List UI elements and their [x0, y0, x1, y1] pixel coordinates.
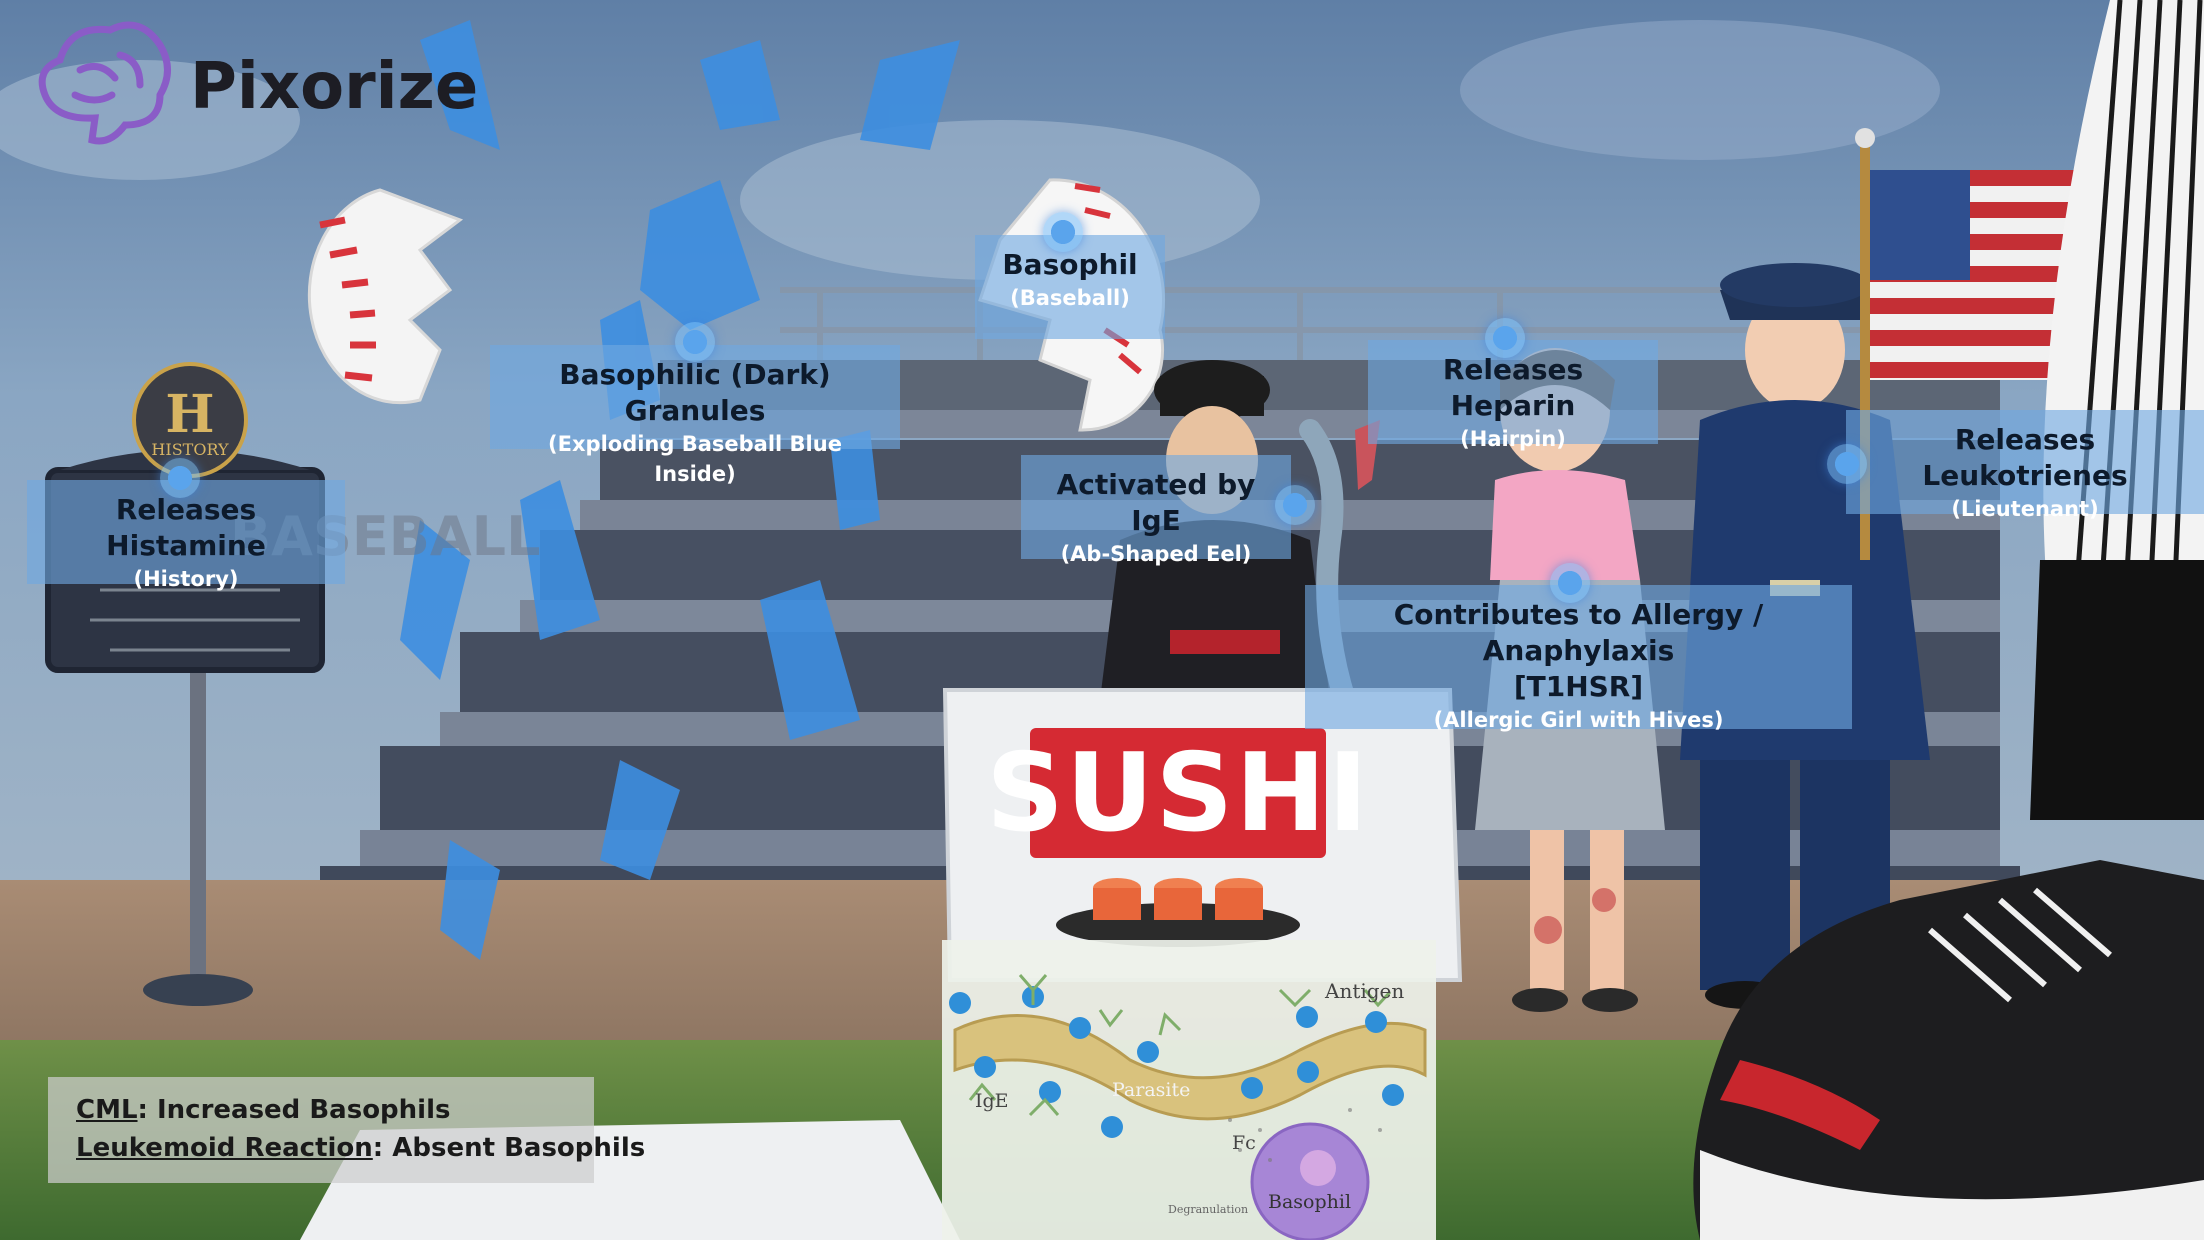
diagram-ige-label: IgE	[975, 1090, 1009, 1112]
label-granules-title: Basophilic (Dark) Granules	[559, 358, 831, 427]
label-leukotrienes-sub: (Lieutenant)	[1951, 497, 2099, 521]
hotspot-pin-icon[interactable]	[1275, 485, 1315, 525]
label-ige-title: Activated by IgE	[1056, 468, 1256, 537]
label-histamine-title: Releases Histamine	[106, 493, 266, 562]
label-allergy-title-2: [T1HSR]	[1513, 670, 1644, 703]
diagram-degranulation-label: Degranulation	[1168, 1203, 1248, 1216]
diagram-basophil-label: Basophil	[1268, 1191, 1351, 1213]
sushi-sign-text: SUSHI	[986, 730, 1370, 856]
hotspot-pin-icon[interactable]	[1550, 563, 1590, 603]
label-ige[interactable]: Activated by IgE (Ab-Shaped Eel)	[1021, 455, 1291, 566]
scene-illustration: H HISTORY BASEBALL Antigen Parasite IgE …	[0, 0, 2204, 1240]
clinical-notes: CML: Increased Basophils Leukemoid React…	[48, 1077, 645, 1183]
label-heparin-sub: (Hairpin)	[1460, 427, 1566, 451]
diagram-antigen-label: Antigen	[1324, 979, 1404, 1003]
note-cml-term: CML	[76, 1095, 138, 1125]
history-sign-letter: H	[165, 384, 214, 445]
label-leukotrienes-title: Releases Leukotrienes	[1922, 423, 2128, 492]
label-basophil-sub: (Baseball)	[1010, 286, 1130, 310]
note-cml-text: : Increased Basophils	[137, 1095, 451, 1125]
label-granules-sub: (Exploding Baseball Blue Inside)	[548, 432, 842, 486]
label-leukotrienes[interactable]: Releases Leukotrienes (Lieutenant)	[1846, 410, 2204, 521]
note-cml: CML: Increased Basophils	[76, 1091, 566, 1129]
note-leukemoid-term: Leukemoid Reaction	[76, 1133, 373, 1163]
label-allergy-title: Contributes to Allergy / Anaphylaxis	[1393, 598, 1764, 667]
hotspot-pin-icon[interactable]	[1043, 212, 1083, 252]
brand-name: Pixorize	[190, 50, 479, 124]
history-sign-text: HISTORY	[151, 440, 229, 459]
note-leukemoid: Leukemoid Reaction: Absent Basophils	[76, 1129, 645, 1167]
hotspot-pin-icon[interactable]	[675, 322, 715, 362]
antibody-diagram: Antigen Parasite IgE Fc Basophil Degranu…	[942, 940, 1436, 1240]
note-leukemoid-text: : Absent Basophils	[372, 1133, 646, 1163]
hotspot-pin-icon[interactable]	[160, 458, 200, 498]
label-histamine-sub: (History)	[133, 567, 239, 591]
diagram-parasite-label: Parasite	[1112, 1079, 1190, 1101]
label-ige-sub: (Ab-Shaped Eel)	[1060, 542, 1252, 566]
diagram-fc-label: Fc	[1232, 1132, 1256, 1154]
hotspot-pin-icon[interactable]	[1485, 318, 1525, 358]
label-allergy[interactable]: Contributes to Allergy / Anaphylaxis [T1…	[1305, 585, 1852, 732]
label-heparin-title: Releases Heparin	[1442, 353, 1584, 422]
hotspot-pin-icon[interactable]	[1827, 444, 1867, 484]
label-allergy-sub: (Allergic Girl with Hives)	[1433, 708, 1724, 732]
label-basophil-title: Basophil	[1002, 248, 1138, 281]
